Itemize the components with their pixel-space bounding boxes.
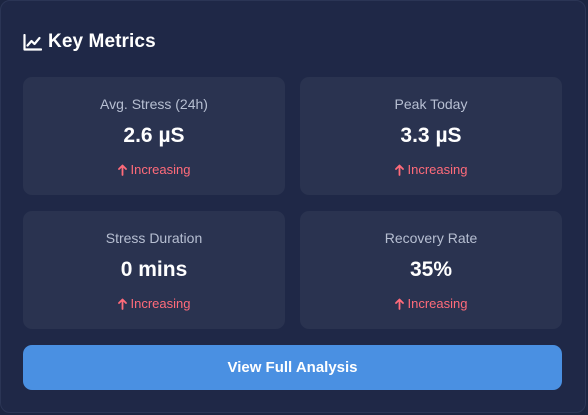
arrow-up-icon xyxy=(117,164,127,176)
arrow-up-icon xyxy=(117,298,127,310)
metric-tile-recovery-rate: Recovery Rate 35% Increasing xyxy=(300,211,562,329)
metric-tile-avg-stress: Avg. Stress (24h) 2.6 µS Increasing xyxy=(23,77,285,195)
metric-value: 2.6 µS xyxy=(123,124,185,147)
key-metrics-card: Key Metrics Avg. Stress (24h) 2.6 µS Inc… xyxy=(0,0,586,413)
arrow-up-icon xyxy=(394,164,404,176)
metric-trend: Increasing xyxy=(300,296,562,311)
metric-trend: Increasing xyxy=(23,162,285,177)
metric-value: 3.3 µS xyxy=(400,124,462,147)
metric-trend-label: Increasing xyxy=(130,162,191,177)
metric-trend-label: Increasing xyxy=(407,296,468,311)
metric-trend: Increasing xyxy=(300,162,562,177)
metric-label: Peak Today xyxy=(394,96,468,112)
card-header: Key Metrics xyxy=(23,30,156,54)
metric-label: Stress Duration xyxy=(105,230,203,246)
card-title: Key Metrics xyxy=(48,31,156,52)
line-chart-icon xyxy=(23,33,42,51)
metric-tile-stress-duration: Stress Duration 0 mins Increasing xyxy=(23,211,285,329)
view-full-analysis-button[interactable]: View Full Analysis xyxy=(23,345,562,390)
metric-trend-label: Increasing xyxy=(407,162,468,177)
metric-label: Recovery Rate xyxy=(384,230,478,246)
metric-value: 35% xyxy=(409,258,453,281)
arrow-up-icon xyxy=(394,298,404,310)
metric-value: 0 mins xyxy=(120,258,188,281)
metric-trend-label: Increasing xyxy=(130,296,191,311)
metric-trend: Increasing xyxy=(23,296,285,311)
metric-tile-peak-today: Peak Today 3.3 µS Increasing xyxy=(300,77,562,195)
metric-label: Avg. Stress (24h) xyxy=(100,96,208,112)
